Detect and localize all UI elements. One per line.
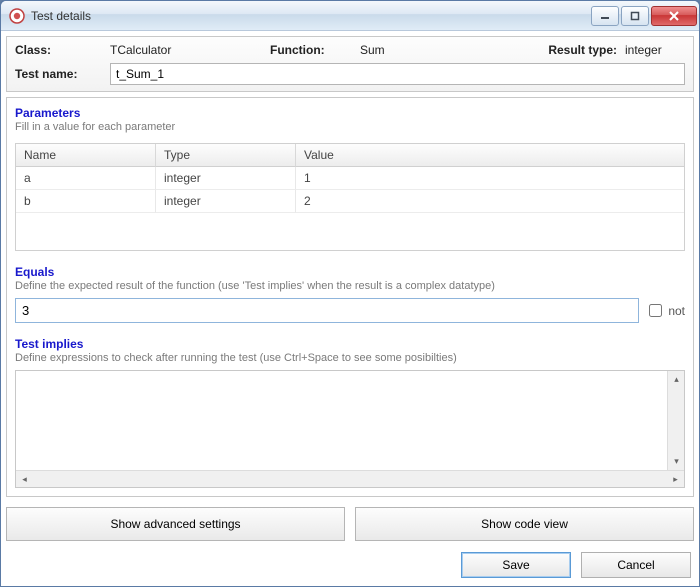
parameters-subtitle: Fill in a value for each parameter — [15, 121, 685, 133]
cell-name: b — [16, 190, 156, 213]
not-label: not — [668, 304, 685, 318]
app-icon — [9, 8, 25, 24]
horizontal-scrollbar[interactable]: ◂ ▸ — [16, 470, 684, 487]
cell-name: a — [16, 167, 156, 190]
window-frame: Test details Class: TCalculator Function… — [0, 0, 700, 587]
header-panel: Class: TCalculator Function: Sum Result … — [6, 36, 694, 92]
equals-input[interactable] — [15, 298, 639, 323]
implies-textarea[interactable]: ▴ ▾ ◂ ▸ — [15, 370, 685, 488]
cell-type: integer — [156, 190, 296, 213]
test-name-label: Test name: — [15, 67, 110, 81]
save-button[interactable]: Save — [461, 552, 571, 578]
col-type[interactable]: Type — [156, 144, 296, 167]
col-value[interactable]: Value — [296, 144, 684, 167]
cancel-label: Cancel — [617, 558, 654, 572]
show-code-view-button[interactable]: Show code view — [355, 507, 694, 541]
parameters-title: Parameters — [15, 106, 685, 120]
content-area: Class: TCalculator Function: Sum Result … — [1, 31, 699, 586]
function-label: Function: — [270, 43, 360, 57]
show-advanced-label: Show advanced settings — [110, 517, 240, 531]
maximize-button[interactable] — [621, 6, 649, 26]
col-name[interactable]: Name — [16, 144, 156, 167]
show-advanced-button[interactable]: Show advanced settings — [6, 507, 345, 541]
table-row[interactable]: b integer 2 — [16, 190, 684, 213]
result-type-value: integer — [625, 43, 685, 57]
class-value: TCalculator — [110, 43, 270, 57]
cancel-button[interactable]: Cancel — [581, 552, 691, 578]
test-name-input[interactable] — [110, 63, 685, 85]
save-label: Save — [502, 558, 529, 572]
equals-title: Equals — [15, 265, 685, 279]
parameters-header-row: Name Type Value — [16, 144, 684, 167]
implies-subtitle: Define expressions to check after runnin… — [15, 352, 685, 364]
cell-value[interactable]: 1 — [296, 167, 684, 190]
cell-value[interactable]: 2 — [296, 190, 684, 213]
show-code-view-label: Show code view — [481, 517, 568, 531]
implies-section: Test implies Define expressions to check… — [15, 337, 685, 488]
scroll-left-icon[interactable]: ◂ — [16, 471, 33, 488]
main-panel: Parameters Fill in a value for each para… — [6, 97, 694, 497]
window-title: Test details — [31, 9, 91, 23]
scroll-right-icon[interactable]: ▸ — [667, 471, 684, 488]
footer: Save Cancel — [1, 546, 699, 586]
class-label: Class: — [15, 43, 110, 57]
close-button[interactable] — [651, 6, 697, 26]
scroll-up-icon[interactable]: ▴ — [668, 371, 685, 388]
cell-type: integer — [156, 167, 296, 190]
minimize-button[interactable] — [591, 6, 619, 26]
scroll-down-icon[interactable]: ▾ — [668, 453, 685, 470]
parameters-table: Name Type Value a integer 1 b integer 2 — [15, 143, 685, 251]
function-value: Sum — [360, 43, 510, 57]
implies-title: Test implies — [15, 337, 685, 351]
result-type-label: Result type: — [510, 43, 625, 57]
parameters-section: Parameters Fill in a value for each para… — [15, 106, 685, 251]
vertical-scrollbar[interactable]: ▴ ▾ — [667, 371, 684, 470]
equals-subtitle: Define the expected result of the functi… — [15, 280, 685, 292]
not-checkbox-label[interactable]: not — [645, 301, 685, 320]
titlebar[interactable]: Test details — [1, 1, 699, 31]
equals-section: Equals Define the expected result of the… — [15, 265, 685, 323]
toggle-button-row: Show advanced settings Show code view — [6, 507, 694, 541]
table-row[interactable]: a integer 1 — [16, 167, 684, 190]
not-checkbox[interactable] — [649, 304, 662, 317]
